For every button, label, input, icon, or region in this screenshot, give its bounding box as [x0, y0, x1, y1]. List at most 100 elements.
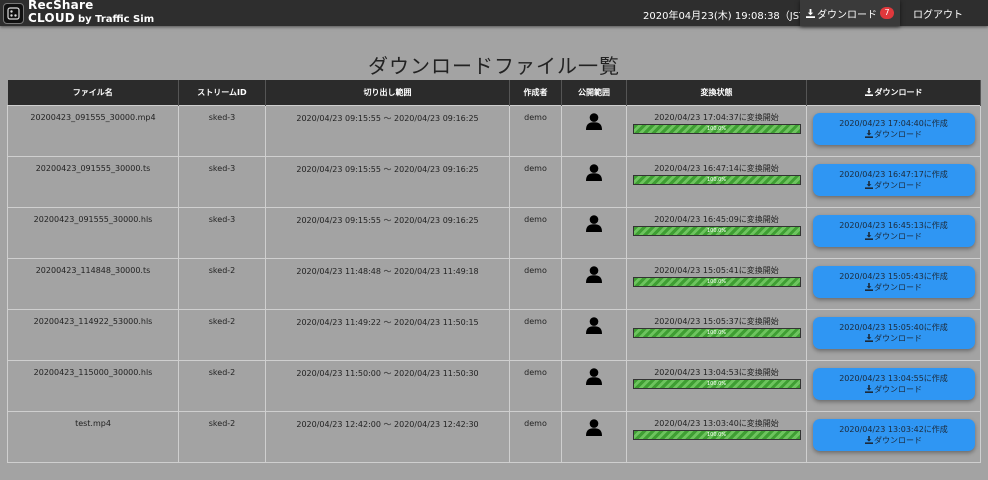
file-name: 20200423_091555_30000.hls	[7, 207, 179, 259]
download-icon	[865, 334, 874, 343]
creator: demo	[509, 411, 562, 463]
clip-range: 2020/04/23 09:15:55 ～ 2020/04/23 09:16:2…	[265, 207, 510, 259]
logo-icon[interactable]	[3, 3, 24, 24]
download-button-label: ダウンロード	[874, 334, 922, 343]
brand-name: RecShare	[28, 0, 94, 12]
download-button-label: ダウンロード	[874, 436, 922, 445]
col-header-status[interactable]: 変換状態	[626, 80, 807, 106]
user-icon	[586, 113, 602, 132]
file-name: 20200423_115000_30000.hls	[7, 360, 179, 412]
col-header-filename[interactable]: ファイル名	[7, 80, 179, 106]
file-name: test.mp4	[7, 411, 179, 463]
top-navbar: RecShare CLOUD by Traffic Sim 2020年04月23(…	[0, 0, 988, 26]
nav-download-label: ダウンロード	[817, 9, 877, 21]
download-button-label: ダウンロード	[874, 283, 922, 292]
download-button[interactable]: 2020/04/23 16:47:17に作成ダウンロード	[812, 164, 975, 196]
conversion-started: 2020/04/23 15:05:37に変換開始	[654, 317, 779, 326]
download-button-label-wrap: ダウンロード	[865, 384, 922, 395]
clip-range: 2020/04/23 11:48:48 ～ 2020/04/23 11:49:1…	[265, 258, 510, 310]
stream-id: sked-3	[178, 207, 266, 259]
brand-by: by Traffic Sim	[77, 14, 155, 25]
col-header-scope[interactable]: 公開範囲	[561, 80, 627, 106]
download-button[interactable]: 2020/04/23 15:05:40に作成ダウンロード	[812, 317, 975, 349]
download-button-label: ダウンロード	[874, 130, 922, 139]
download-icon	[865, 436, 874, 445]
conversion-status-cell: 2020/04/23 13:03:40に変換開始 100.0%	[626, 411, 807, 463]
conversion-started: 2020/04/23 13:03:40に変換開始	[654, 419, 779, 428]
nav-download-button[interactable]: ダウンロード 7	[800, 0, 900, 26]
col-header-download[interactable]: ダウンロード	[806, 80, 981, 106]
user-icon	[586, 164, 602, 183]
download-button-label: ダウンロード	[874, 232, 922, 241]
download-cell: 2020/04/23 15:05:40に作成ダウンロード	[806, 309, 981, 361]
public-scope-cell	[561, 258, 627, 310]
conversion-started: 2020/04/23 17:04:37に変換開始	[654, 113, 779, 122]
creator: demo	[509, 360, 562, 412]
download-icon	[865, 181, 874, 190]
user-icon	[586, 266, 602, 285]
download-icon	[865, 130, 874, 139]
progress-bar: 100.0%	[632, 379, 801, 389]
creator: demo	[509, 105, 562, 157]
download-icon	[864, 88, 873, 96]
public-scope-cell	[561, 309, 627, 361]
table-row: 20200423_091555_30000.ts sked-3 2020/04/23…	[7, 156, 981, 208]
download-button-label: ダウンロード	[874, 181, 922, 190]
conversion-started: 2020/04/23 13:04:53に変換開始	[654, 368, 779, 377]
download-button[interactable]: 2020/04/23 13:04:55に作成ダウンロード	[812, 368, 975, 400]
created-at: 2020/04/23 16:47:17に作成	[839, 170, 948, 179]
public-scope-cell	[561, 207, 627, 259]
stream-id: sked-2	[178, 360, 266, 412]
public-scope-cell	[561, 411, 627, 463]
download-button[interactable]: 2020/04/23 17:04:40に作成 ダウンロード	[812, 113, 975, 145]
download-button[interactable]: 2020/04/23 16:45:13に作成ダウンロード	[812, 215, 975, 247]
stream-id: sked-3	[178, 105, 266, 157]
conversion-started: 2020/04/23 16:47:14に変換開始	[654, 164, 779, 173]
progress-bar: 100.0%	[632, 277, 801, 287]
public-scope-cell	[561, 360, 627, 412]
creator: demo	[509, 309, 562, 361]
table-row: 20200423_091555_30000.hls sked-3 2020/04/2…	[7, 207, 981, 259]
col-header-range[interactable]: 切り出し範囲	[265, 80, 510, 106]
download-cell: 2020/04/23 15:05:43に作成 ダウンロード	[806, 258, 981, 310]
created-at: 2020/04/23 15:05:40に作成	[839, 323, 948, 332]
conversion-status-cell: 2020/04/23 16:47:14に変換開始 100.0%	[626, 156, 807, 208]
progress-bar: 100.0%	[632, 175, 801, 185]
download-button-label-wrap: ダウンロード	[865, 282, 922, 293]
table-row: test.mp4 sked-2 2020/04/23 12:42:00 ～ 2020…	[7, 411, 981, 463]
public-scope-cell	[561, 156, 627, 208]
clip-range: 2020/04/23 09:15:55 ～ 2020/04/23 09:16:2…	[265, 105, 510, 157]
download-button-label-wrap: ダウンロード	[865, 435, 922, 446]
download-cell: 2020/04/23 17:04:40に作成 ダウンロード	[806, 105, 981, 157]
conversion-started: 2020/04/23 15:05:41に変換開始	[654, 266, 779, 275]
user-icon	[586, 419, 602, 438]
brand-logo[interactable]: RecShare CLOUD by Traffic Sim	[28, 0, 154, 25]
file-name: 20200423_114922_53000.hls	[7, 309, 179, 361]
logout-button[interactable]: ログアウト	[905, 0, 971, 26]
download-button[interactable]: 2020/04/23 13:03:42に作成 ダウンロード	[812, 419, 975, 451]
file-name: 20200423_091555_30000.ts	[7, 156, 179, 208]
file-name: 20200423_114848_30000.ts	[7, 258, 179, 310]
download-button-label-wrap: ダウンロード	[865, 129, 922, 140]
col-header-creator[interactable]: 作成者	[509, 80, 562, 106]
download-icon	[806, 8, 815, 18]
creator: demo	[509, 258, 562, 310]
progress-bar: 100.0%	[632, 430, 801, 440]
download-button-label: ダウンロード	[874, 385, 922, 394]
created-at: 2020/04/23 16:45:13に作成	[839, 221, 948, 230]
download-file-table: ファイル名 ストリームID 切り出し範囲 作成者 公開範囲 変換状態 ダウンロー…	[7, 80, 981, 463]
conversion-status-cell: 2020/04/23 13:04:53に変換開始 100.0%	[626, 360, 807, 412]
download-count-badge: 7	[880, 7, 894, 19]
table-row: 20200423_114922_53000.hls sked-2 2020/04/2…	[7, 309, 981, 361]
created-at: 2020/04/23 13:04:55に作成	[839, 374, 948, 383]
stream-id: sked-2	[178, 258, 266, 310]
download-button[interactable]: 2020/04/23 15:05:43に作成 ダウンロード	[812, 266, 975, 298]
clip-range: 2020/04/23 11:50:00 ～ 2020/04/23 11:50:3…	[265, 360, 510, 412]
conversion-started: 2020/04/23 16:45:09に変換開始	[654, 215, 779, 224]
col-header-stream[interactable]: ストリームID	[178, 80, 266, 106]
clip-range: 2020/04/23 12:42:00 ～ 2020/04/23 12:42:3…	[265, 411, 510, 463]
conversion-status-cell: 2020/04/23 15:05:41に変換開始 100.0%	[626, 258, 807, 310]
download-icon	[865, 283, 874, 292]
user-icon	[586, 317, 602, 336]
creator: demo	[509, 156, 562, 208]
